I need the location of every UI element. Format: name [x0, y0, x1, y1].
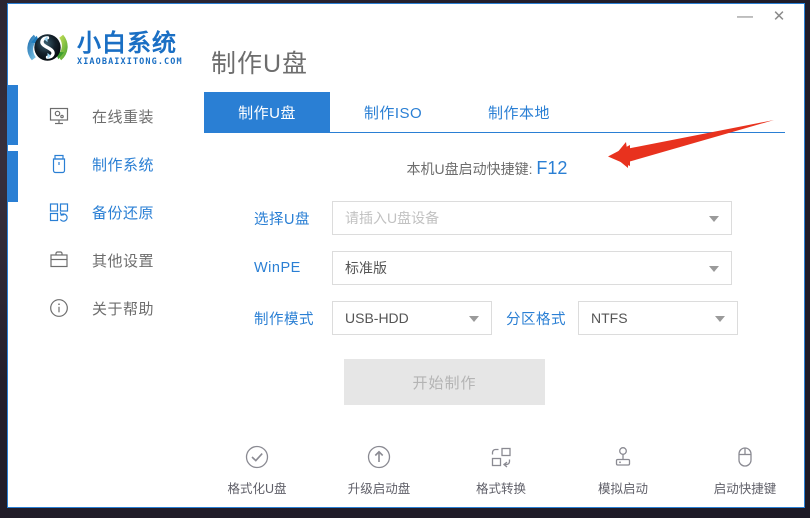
sidebar-item-label: 其他设置 — [92, 252, 155, 270]
brand-title: 小白系统 — [77, 28, 177, 57]
form-row-winpe: WinPE 标准版 — [198, 249, 804, 287]
sidebar-item-online-reinstall[interactable]: 在线重装 — [8, 92, 198, 140]
mode-select-label: 制作模式 — [254, 311, 314, 328]
tool-boot-hotkey[interactable]: 启动快捷键 — [706, 443, 784, 497]
tab-label: 制作本地 — [487, 104, 550, 122]
brand-logo: 小白系统 XIAOBAIXITONG.COM — [26, 26, 183, 69]
sidebar-item-label: 关于帮助 — [92, 300, 155, 318]
sidebar-item-label: 备份还原 — [92, 204, 155, 222]
info-circle-icon — [48, 297, 70, 319]
close-button[interactable]: ✕ — [764, 6, 794, 28]
sidebar-item-backup-restore[interactable]: 备份还原 — [8, 188, 198, 236]
winpe-select-value: 标准版 — [345, 260, 387, 276]
sidebar-item-make-system[interactable]: 制作系统 — [8, 140, 198, 188]
tool-label: 启动快捷键 — [713, 482, 777, 496]
chevron-down-icon — [469, 316, 479, 322]
tool-format-convert[interactable]: 格式转换 — [462, 443, 540, 497]
tool-format-usb[interactable]: 格式化U盘 — [218, 443, 296, 497]
tab-make-usb[interactable]: 制作U盘 — [204, 92, 330, 132]
tab-bar: 制作U盘 制作ISO 制作本地 — [204, 92, 785, 133]
partition-select-value: NTFS — [591, 310, 628, 326]
mode-select-value: USB-HDD — [345, 310, 409, 326]
bottom-toolbar: 格式化U盘 升级启动盘 格式转换 模拟启动 启动快捷键 — [8, 443, 804, 497]
chevron-down-icon — [709, 216, 719, 222]
toolbox-icon — [48, 249, 70, 271]
partition-select-label: 分区格式 — [506, 311, 566, 328]
tool-label: 升级启动盘 — [347, 482, 411, 496]
tool-simulate-boot[interactable]: 模拟启动 — [584, 443, 662, 497]
partition-select[interactable]: NTFS — [578, 301, 738, 335]
up-arrow-circle-icon — [365, 443, 393, 471]
winpe-select[interactable]: 标准版 — [332, 251, 732, 285]
monitor-icon — [48, 105, 70, 127]
usb-select-label: 选择U盘 — [254, 211, 310, 228]
tab-make-iso[interactable]: 制作ISO — [330, 92, 456, 132]
tab-make-local[interactable]: 制作本地 — [456, 92, 582, 132]
sidebar-item-about-help[interactable]: 关于帮助 — [8, 284, 198, 332]
page-title: 制作U盘 — [211, 50, 309, 78]
recycle-circle-logo-icon — [26, 26, 69, 69]
start-make-button-label: 开始制作 — [412, 374, 477, 392]
sidebar-item-other-settings[interactable]: 其他设置 — [8, 236, 198, 284]
boot-hotkey-hint-text: 本机U盘启动快捷键: — [406, 161, 533, 177]
boot-hotkey-hint: 本机U盘启动快捷键: F12 — [198, 158, 804, 179]
format-convert-icon — [487, 443, 515, 471]
form-row-mode-partition: 制作模式 USB-HDD 分区格式 NTFS — [198, 299, 804, 337]
check-circle-icon — [243, 443, 271, 471]
tab-label: 制作ISO — [363, 104, 423, 122]
usb-select[interactable]: 请插入U盘设备 — [332, 201, 732, 235]
start-make-button[interactable]: 开始制作 — [344, 359, 545, 405]
boot-hotkey-value: F12 — [536, 158, 568, 178]
sidebar-item-label: 制作系统 — [92, 156, 155, 174]
brand-subtitle: XIAOBAIXITONG.COM — [77, 56, 183, 67]
usb-select-placeholder: 请插入U盘设备 — [345, 210, 440, 226]
mode-select[interactable]: USB-HDD — [332, 301, 492, 335]
minimize-button[interactable]: — — [730, 6, 760, 28]
form-row-usb: 选择U盘 请插入U盘设备 — [198, 199, 804, 237]
tool-label: 模拟启动 — [597, 482, 648, 496]
tab-label: 制作U盘 — [238, 104, 296, 122]
chevron-down-icon — [709, 266, 719, 272]
backup-grid-icon — [48, 201, 70, 223]
tool-label: 格式化U盘 — [227, 482, 287, 496]
joystick-icon — [609, 443, 637, 471]
tool-label: 格式转换 — [475, 482, 526, 496]
chevron-down-icon — [715, 316, 725, 322]
sidebar-item-label: 在线重装 — [92, 108, 155, 126]
winpe-select-label: WinPE — [254, 260, 301, 276]
mouse-icon — [731, 443, 759, 471]
app-window: — ✕ 小白系统 XIAOBAIXITONG.COM 制作U盘 在线重装 制作系… — [7, 3, 805, 508]
usb-form: 选择U盘 请插入U盘设备 WinPE 标准版 制作模式 USB-HDD 分区格式… — [198, 199, 804, 337]
tool-upgrade-boot-disk[interactable]: 升级启动盘 — [340, 443, 418, 497]
usb-stick-icon — [48, 153, 70, 175]
